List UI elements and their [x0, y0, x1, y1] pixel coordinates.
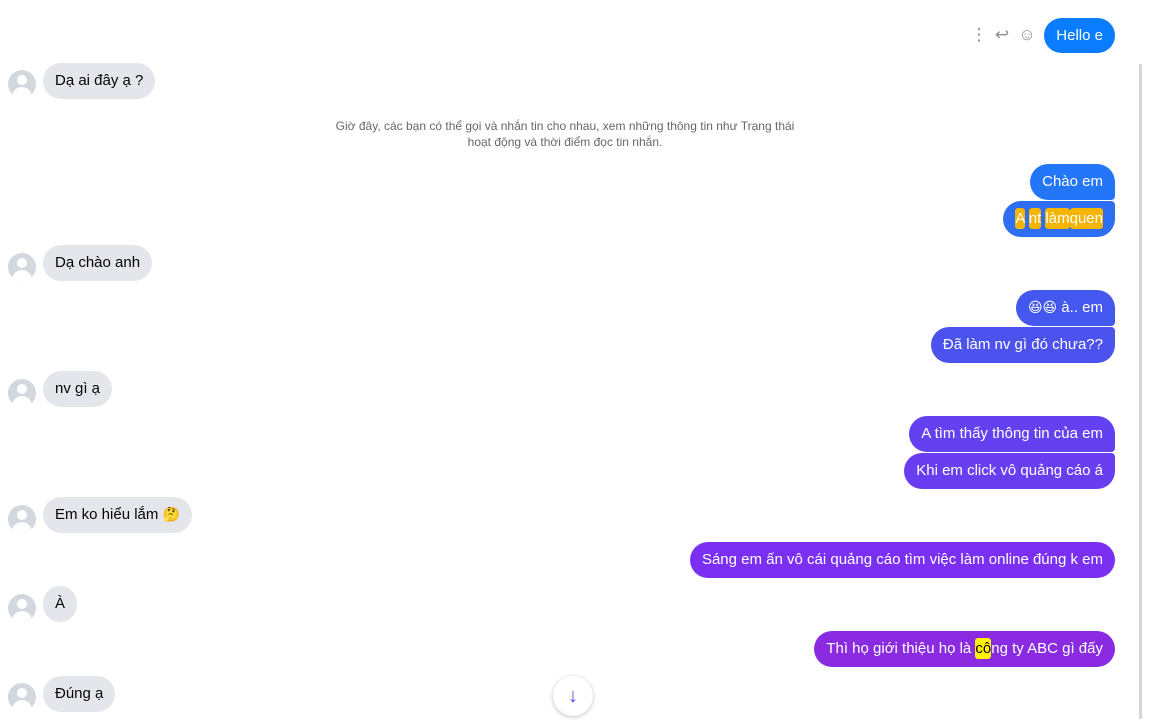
contact-avatar[interactable] — [8, 253, 36, 281]
message-text: Thì họ giới thiệu họ là — [826, 640, 976, 657]
message-out-a-em[interactable]: 😆😆 à.. em — [1015, 290, 1115, 326]
message-in-nv-gi-a[interactable]: nv gì ạ — [43, 371, 113, 407]
scrollbar-thumb[interactable] — [1139, 64, 1142, 719]
laughing-emoji-icon: 😆😆 — [1027, 300, 1058, 316]
message-text: à.. em — [1057, 299, 1103, 316]
react-emoji-icon[interactable]: ☺ — [1017, 24, 1037, 46]
highlighted-word: quen — [1069, 208, 1103, 229]
contact-avatar[interactable] — [8, 379, 36, 407]
message-out-thi-ho[interactable]: Thì họ giới thiệu họ là công ty ABC gì đ… — [814, 631, 1115, 667]
message-in-da-ai-day[interactable]: Dạ ai đây ạ ? — [43, 63, 156, 99]
message-out-hello[interactable]: Hello e — [1044, 18, 1115, 53]
message-out-a-tim-thay[interactable]: A tìm thấy thông tin của em — [909, 416, 1115, 452]
message-text: Em ko hiểu lắm — [55, 506, 163, 523]
thinking-emoji-icon: 🤔 — [162, 507, 180, 523]
reply-icon[interactable]: ↩ — [992, 24, 1012, 46]
message-in-dung-a[interactable]: Đúng ạ — [43, 676, 116, 712]
highlighted-text: cô — [975, 638, 992, 659]
message-out-chao-em[interactable]: Chào em — [1030, 164, 1115, 200]
contact-avatar[interactable] — [8, 683, 36, 711]
message-out-khi-em-click[interactable]: Khi em click vô quảng cáo á — [904, 453, 1115, 489]
message-in-da-chao-anh[interactable]: Dạ chào anh — [43, 245, 153, 281]
message-in-em-ko-hieu[interactable]: Em ko hiểu lắm 🤔 — [43, 497, 192, 533]
message-out-da-lam-nv[interactable]: Đã làm nv gì đó chưa?? — [930, 327, 1115, 363]
more-options-icon[interactable]: ⋮ — [969, 24, 989, 46]
chat-notice-text: Giờ đây, các bạn có thể gọi và nhắn tin … — [335, 119, 795, 149]
contact-avatar[interactable] — [8, 505, 36, 533]
message-out-a-nt-lam-quen[interactable]: A nt làmquen — [1003, 201, 1115, 237]
highlighted-word: làm — [1045, 208, 1070, 229]
chat-conversation: ⋮ ↩ ☺ Hello e Dạ ai đây ạ ? Giờ đây, các… — [0, 0, 1138, 727]
message-out-sang-em[interactable]: Sáng em ấn vô cái quảng cáo tìm việc làm… — [689, 542, 1115, 578]
highlighted-word: A — [1015, 208, 1025, 229]
contact-avatar[interactable] — [8, 70, 36, 98]
contact-avatar[interactable] — [8, 594, 36, 622]
arrow-down-icon: ↓ — [568, 685, 578, 707]
message-in-a[interactable]: À — [43, 586, 78, 622]
highlighted-word: nt — [1028, 208, 1042, 229]
message-text: ng ty ABC gì đấy — [991, 640, 1103, 657]
scroll-to-bottom-button[interactable]: ↓ — [553, 676, 593, 716]
